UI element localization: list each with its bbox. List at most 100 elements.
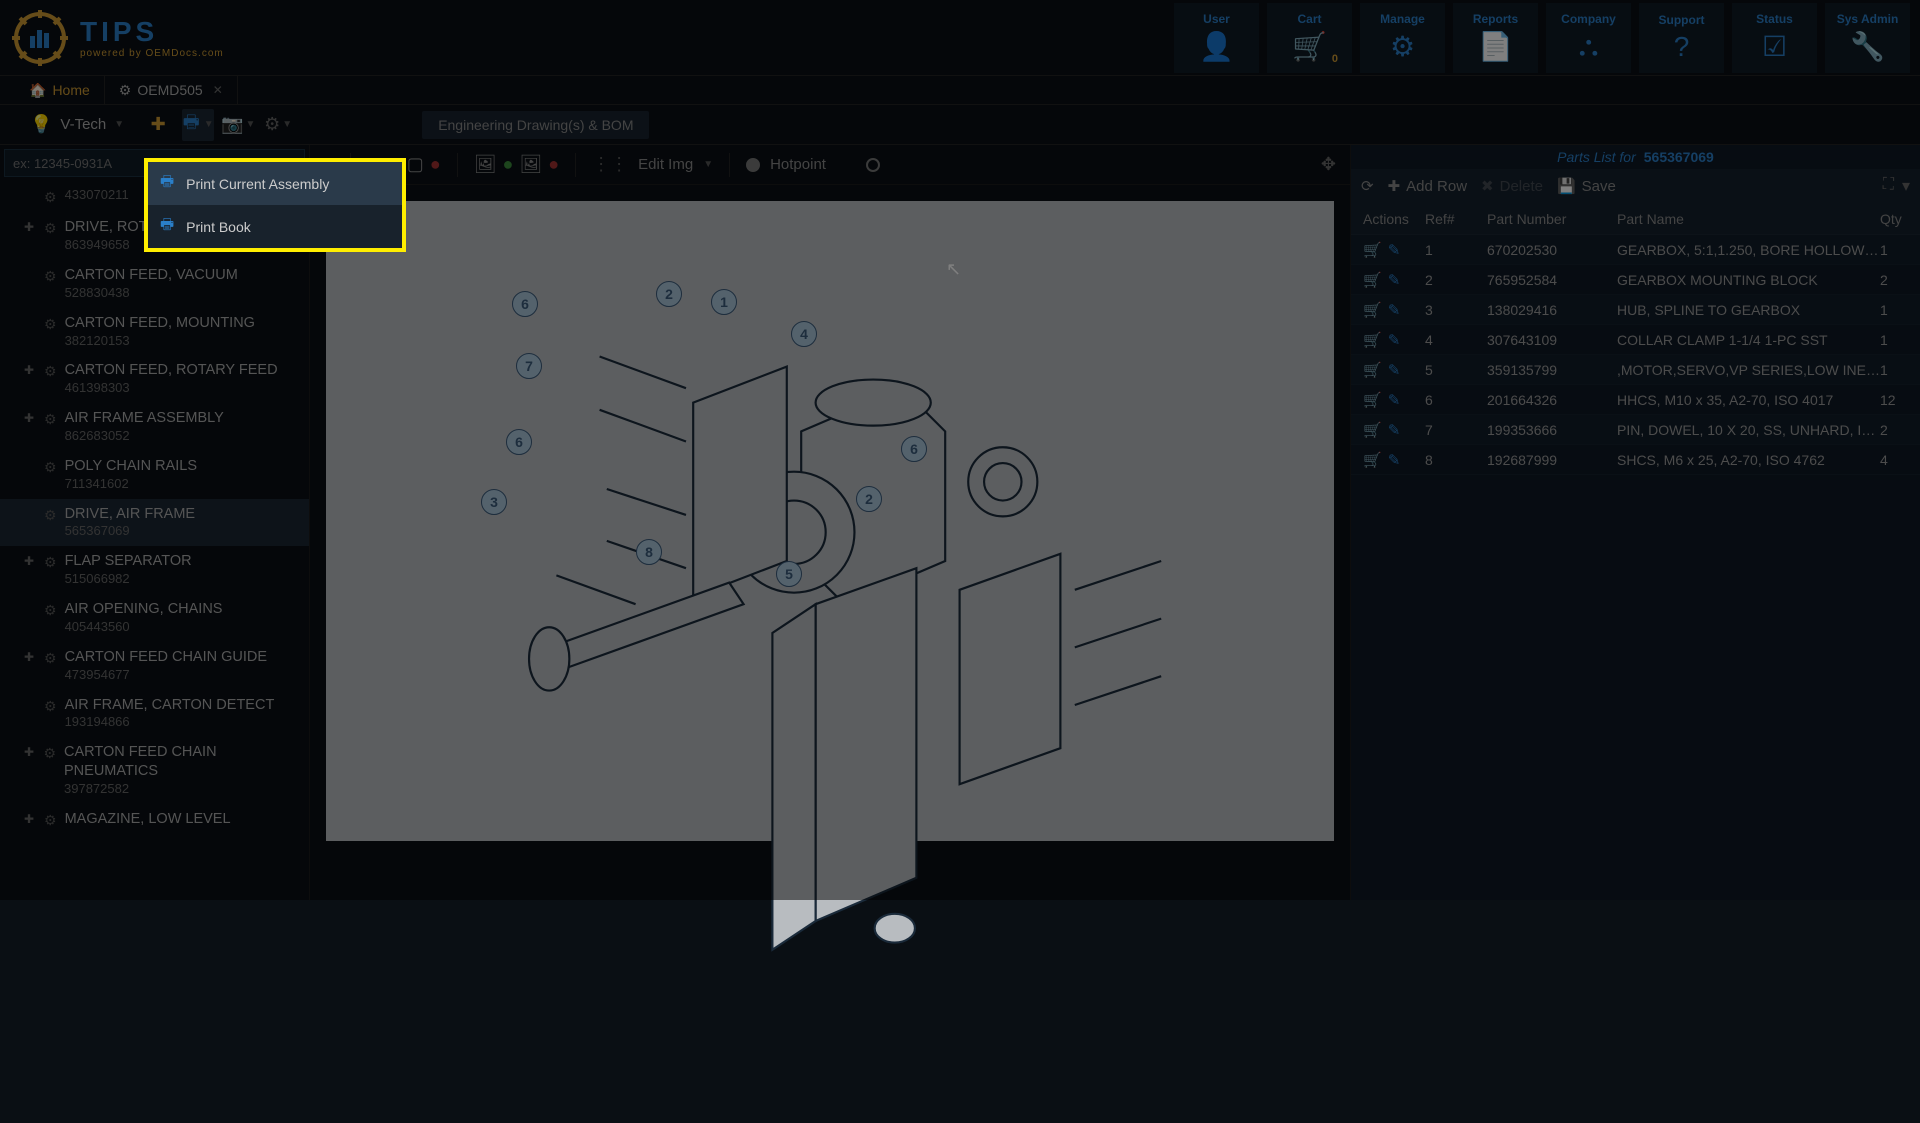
table-row[interactable]: 🛒✎3138029416HUB, SPLINE TO GEARBOX1 (1351, 295, 1920, 325)
hotpoint-radio[interactable] (746, 158, 760, 172)
hotspot[interactable]: 6 (512, 291, 538, 317)
edit-icon[interactable]: ✎ (1388, 241, 1401, 259)
expand-icon[interactable]: ✚ (24, 554, 36, 570)
expand-icon[interactable]: ✚ (24, 411, 36, 427)
print-menu-item[interactable]: 🖶Print Current Assembly (148, 162, 402, 205)
settings-button[interactable]: ⚙ ▼ (262, 109, 294, 141)
edit-icon[interactable]: ✎ (1388, 391, 1401, 409)
refresh-button[interactable]: ⟳ (1361, 177, 1374, 195)
cart-icon[interactable]: 🛒 (1363, 421, 1382, 439)
add-image-icon[interactable]: ● (503, 154, 514, 175)
edit-icon[interactable]: ✎ (1388, 301, 1401, 319)
nav-tile-manage[interactable]: Manage⚙ (1360, 3, 1445, 73)
table-row[interactable]: 🛒✎4307643109COLLAR CLAMP 1-1/4 1-PC SST1 (1351, 325, 1920, 355)
table-row[interactable]: 🛒✎5359135799,MOTOR,SERVO,VP SERIES,LOW I… (1351, 355, 1920, 385)
edit-icon[interactable]: ✎ (1388, 361, 1401, 379)
hotspot[interactable]: 4 (791, 321, 817, 347)
drawing-tab[interactable]: Engineering Drawing(s) & BOM (422, 111, 649, 139)
tree-item[interactable]: ⚙CARTON FEED, MOUNTING382120153 (0, 308, 309, 356)
edit-img-button[interactable]: Edit Img (638, 156, 693, 173)
cart-icon[interactable]: 🛒 (1363, 301, 1382, 319)
table-row[interactable]: 🛒✎1670202530GEARBOX, 5:1,1.250, BORE HOL… (1351, 235, 1920, 265)
hotspot[interactable]: 6 (506, 429, 532, 455)
edit-icon[interactable]: ✎ (1388, 271, 1401, 289)
nav-tile-sys-admin[interactable]: Sys Admin🔧 (1825, 3, 1910, 73)
gear-icon: ⚙ (43, 744, 56, 762)
page-icon[interactable]: ▢ (407, 154, 424, 175)
hotspot[interactable]: 3 (481, 489, 507, 515)
hotspot[interactable]: 2 (856, 486, 882, 512)
edit-icon[interactable]: ✎ (1388, 331, 1401, 349)
add-button[interactable]: ✚ (142, 109, 174, 141)
nav-tile-reports[interactable]: Reports📄 (1453, 3, 1538, 73)
expand-icon[interactable]: ⛶ (1883, 176, 1894, 196)
chevron-down-icon[interactable]: ▼ (703, 159, 713, 170)
tree-item[interactable]: ✚⚙AIR FRAME ASSEMBLY862683052 (0, 403, 309, 451)
image-icon[interactable]: 🖼 (474, 154, 497, 175)
tab-oemd505[interactable]: ⚙OEMD505✕ (105, 76, 238, 104)
table-row[interactable]: 🛒✎7199353666PIN, DOWEL, 10 X 20, SS, UNH… (1351, 415, 1920, 445)
edit-icon[interactable]: ✎ (1388, 421, 1401, 439)
nav-tile-cart[interactable]: Cart🛒0 (1267, 3, 1352, 73)
cart-icon[interactable]: 🛒 (1363, 271, 1382, 289)
delete-button[interactable]: ✖Delete (1481, 177, 1543, 195)
expand-icon[interactable]: ✚ (24, 650, 36, 666)
edit-icon[interactable]: ✎ (1388, 451, 1401, 469)
table-row[interactable]: 🛒✎2765952584GEARBOX MOUNTING BLOCK2 (1351, 265, 1920, 295)
drawing-area[interactable]: 6 2 1 4 7 6 6 3 2 8 5 (326, 201, 1334, 841)
tree-item[interactable]: ✚⚙CARTON FEED, ROTARY FEED461398303 (0, 355, 309, 403)
add-row-button[interactable]: ✚Add Row (1388, 177, 1467, 195)
hotpoint-label: Hotpoint (770, 156, 826, 173)
gear-icon: ⚙ (44, 553, 57, 571)
expand-icon[interactable]: ✚ (24, 220, 36, 236)
close-icon[interactable]: ✕ (213, 83, 223, 97)
tree-item[interactable]: ✚⚙CARTON FEED CHAIN GUIDE473954677 (0, 642, 309, 690)
nav-tile-status[interactable]: Status☑ (1732, 3, 1817, 73)
tree-item[interactable]: ⚙POLY CHAIN RAILS711341602 (0, 451, 309, 499)
camera-button[interactable]: 📷 ▼ (222, 109, 254, 141)
tree-item[interactable]: ⚙CARTON FEED, VACUUM528830438 (0, 260, 309, 308)
expand-icon[interactable]: ✚ (24, 745, 35, 761)
hotspot[interactable]: 6 (901, 436, 927, 462)
expand-icon[interactable]: ✚ (24, 812, 36, 828)
hotspot[interactable]: 7 (516, 353, 542, 379)
cart-icon[interactable]: 🛒 (1363, 361, 1382, 379)
table-row[interactable]: 🛒✎6201664326HHCS, M10 x 35, A2-70, ISO 4… (1351, 385, 1920, 415)
expand-icon[interactable]: ✚ (24, 363, 36, 379)
tab-home[interactable]: 🏠Home (15, 76, 105, 104)
tree-item[interactable]: ⚙AIR OPENING, CHAINS405443560 (0, 594, 309, 642)
hotspot[interactable]: 2 (656, 281, 682, 307)
save-button[interactable]: 💾Save (1557, 177, 1616, 195)
cart-icon[interactable]: 🛒 (1363, 391, 1382, 409)
hotspot[interactable]: 8 (636, 539, 662, 565)
tree-item[interactable]: ✚⚙MAGAZINE, LOW LEVEL (0, 804, 309, 835)
vtech-selector[interactable]: 💡 V-Tech ▼ (20, 110, 134, 139)
tree-item[interactable]: ⚙DRIVE, AIR FRAME565367069 (0, 499, 309, 547)
hotspot[interactable]: 5 (776, 561, 802, 587)
center-toolbar: ▼ ▢● ▢● 🖼● 🖼● ⋮⋮ Edit Img ▼ Hotpoint ✥ (310, 145, 1350, 185)
print-button[interactable]: 🖶 ▼ (182, 109, 214, 141)
nav-tile-company[interactable]: Company⛬ (1546, 3, 1631, 73)
remove-page-icon[interactable]: ● (430, 154, 441, 175)
tree-item[interactable]: ✚⚙CARTON FEED CHAIN PNEUMATICS397872582 (0, 737, 309, 804)
print-menu-item[interactable]: 🖶Print Book (148, 205, 402, 248)
table-row[interactable]: 🛒✎8192687999SHCS, M6 x 25, A2-70, ISO 47… (1351, 445, 1920, 475)
tree-item[interactable]: ⚙AIR FRAME, CARTON DETECT193194866 (0, 690, 309, 738)
parts-header: Parts List for 565367069 (1351, 145, 1920, 169)
drag-handle-icon[interactable]: ⋮⋮ (592, 154, 628, 175)
logo[interactable]: TIPS powered by OEMDocs.com (10, 8, 224, 68)
tree-item[interactable]: ✚⚙FLAP SEPARATOR515066982 (0, 546, 309, 594)
radio-empty[interactable] (866, 158, 880, 172)
cart-icon[interactable]: 🛒 (1363, 241, 1382, 259)
image-icon[interactable]: 🖼 (519, 154, 542, 175)
remove-image-icon[interactable]: ● (548, 154, 559, 175)
move-icon[interactable]: ✥ (1321, 154, 1336, 175)
chevron-down-icon[interactable]: ▾ (1902, 176, 1910, 196)
nav-tile-support[interactable]: Support? (1639, 3, 1724, 73)
gear-icon: ⚙ (44, 410, 57, 428)
nav-tile-user[interactable]: User👤 (1174, 3, 1259, 73)
hotspot[interactable]: 1 (711, 289, 737, 315)
cart-icon[interactable]: 🛒 (1363, 451, 1382, 469)
cart-icon[interactable]: 🛒 (1363, 331, 1382, 349)
logo-subtitle: powered by OEMDocs.com (80, 48, 224, 59)
